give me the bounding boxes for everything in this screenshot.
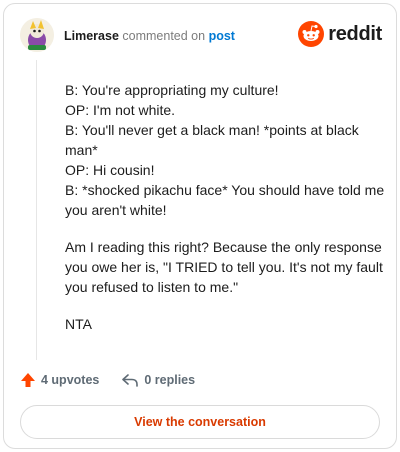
thread-line: [36, 60, 37, 360]
comment-paragraph-3: NTA: [65, 316, 92, 332]
comment-paragraph-2: Am I reading this right? Because the onl…: [65, 239, 383, 295]
avatar[interactable]: [20, 18, 54, 52]
comment-header: Limerase commented on post reddit: [20, 18, 382, 54]
comment-line: B: You'll never get a black man! *points…: [65, 122, 359, 158]
username[interactable]: Limerase: [64, 29, 119, 43]
comment-line: OP: I'm not white.: [65, 102, 176, 118]
comment-body: B: You're appropriating my culture! OP: …: [65, 80, 385, 351]
reply-button[interactable]: 0 replies: [121, 372, 195, 388]
post-link[interactable]: post: [209, 29, 235, 43]
upvote-arrow-icon: [21, 373, 35, 387]
reddit-logo[interactable]: reddit: [298, 21, 382, 47]
view-conversation-button[interactable]: View the conversation: [20, 405, 380, 439]
comment-line: B: *shocked pikachu face* You should hav…: [65, 182, 385, 218]
upvote-button[interactable]: 4 upvotes: [20, 372, 99, 388]
upvote-count: 4 upvotes: [41, 373, 100, 387]
brand-wordmark: reddit: [328, 22, 382, 45]
comment-meta: Limerase commented on post: [64, 29, 235, 43]
reply-count: 0 replies: [144, 373, 196, 387]
comment-card: Limerase commented on post reddit B: You…: [3, 3, 397, 449]
comment-actions: 4 upvotes 0 replies: [20, 372, 195, 388]
reddit-snoo-icon: [298, 21, 325, 47]
reply-arrow-icon: [122, 374, 139, 387]
comment-line: OP: Hi cousin!: [65, 162, 155, 178]
comment-paragraph-1: B: You're appropriating my culture! OP: …: [65, 80, 385, 220]
comment-line: B: You're appropriating my culture!: [65, 82, 279, 98]
action-text: commented on: [122, 29, 206, 43]
